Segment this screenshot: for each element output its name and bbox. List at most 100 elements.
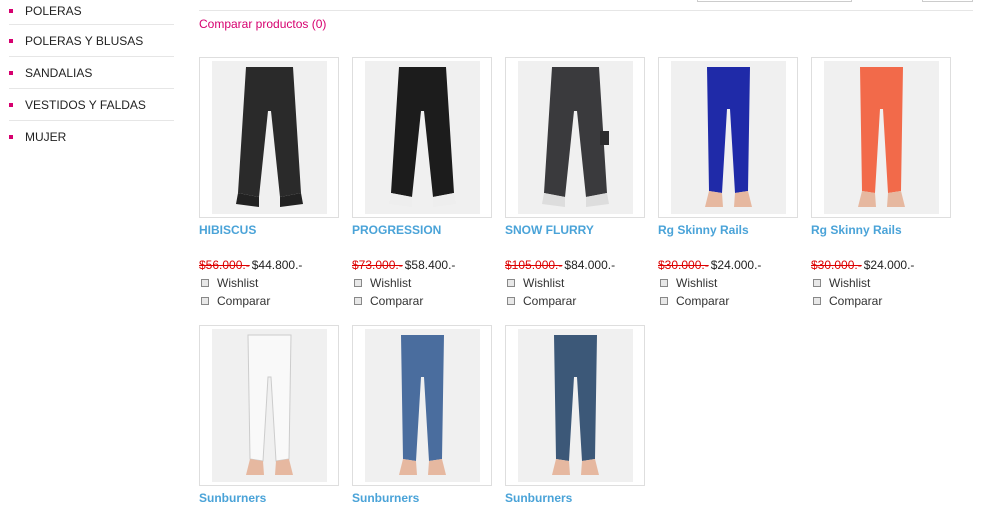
old-price: $30.000.- xyxy=(811,258,862,272)
compare-icon xyxy=(507,297,515,305)
top-input-field[interactable] xyxy=(697,0,852,2)
product-image[interactable] xyxy=(658,57,798,218)
compare-button[interactable]: Comparar xyxy=(352,294,492,308)
category-label: POLERAS xyxy=(25,4,82,18)
compare-label: Comparar xyxy=(217,294,271,308)
product-name-link[interactable]: Rg Skinny Rails xyxy=(811,223,951,237)
wishlist-button[interactable]: Wishlist xyxy=(352,276,492,290)
product-name-link[interactable]: SNOW FLURRY xyxy=(505,223,645,237)
product-card: HIBISCUS $56.000.- $44.800.- Wishlist Com… xyxy=(199,57,339,308)
product-card: Rg Skinny Rails $30.000.- $24.000.- Wishl… xyxy=(811,57,951,308)
old-price: $56.000.- xyxy=(199,258,250,272)
sale-price: $58.400.- xyxy=(404,258,456,272)
skinny-jeans-icon xyxy=(704,67,752,207)
old-price: $30.000.- xyxy=(658,258,709,272)
product-name-link[interactable]: HIBISCUS xyxy=(199,223,339,237)
compare-label: Comparar xyxy=(370,294,424,308)
product-card: Sunburners xyxy=(352,325,492,505)
category-sandalias[interactable]: SANDALIAS xyxy=(9,57,174,89)
pants-icon xyxy=(235,67,303,207)
skinny-jeans-icon xyxy=(551,335,599,475)
price-row: $30.000.- $24.000.- xyxy=(811,258,951,272)
compare-icon xyxy=(201,297,209,305)
product-image[interactable] xyxy=(199,325,339,486)
price-row: $73.000.- $58.400.- xyxy=(352,258,492,272)
bullet-icon xyxy=(9,134,13,139)
top-select-field[interactable] xyxy=(922,0,973,2)
compare-button[interactable]: Comparar xyxy=(658,294,798,308)
sale-price: $24.000.- xyxy=(863,258,915,272)
price-row: $30.000.- $24.000.- xyxy=(658,258,798,272)
compare-icon xyxy=(354,297,362,305)
product-card: Rg Skinny Rails $30.000.- $24.000.- Wishl… xyxy=(658,57,798,308)
old-price: $105.000.- xyxy=(505,258,563,272)
wishlist-icon xyxy=(507,279,515,287)
category-label: MUJER xyxy=(25,129,67,144)
sale-price: $84.000.- xyxy=(564,258,616,272)
wishlist-icon xyxy=(813,279,821,287)
product-name-link[interactable]: Sunburners xyxy=(352,491,492,505)
product-image[interactable] xyxy=(352,57,492,218)
category-label: POLERAS Y BLUSAS xyxy=(25,33,144,48)
wishlist-label: Wishlist xyxy=(523,276,565,290)
old-price: $73.000.- xyxy=(352,258,403,272)
product-photo xyxy=(211,61,327,214)
compare-button[interactable]: Comparar xyxy=(199,294,339,308)
wishlist-button[interactable]: Wishlist xyxy=(199,276,339,290)
product-photo xyxy=(517,329,633,482)
category-poleras-y-blusas[interactable]: POLERAS Y BLUSAS xyxy=(9,25,174,57)
category-poleras[interactable]: POLERAS xyxy=(9,0,174,25)
sale-price: $44.800.- xyxy=(251,258,303,272)
wishlist-icon xyxy=(660,279,668,287)
pants-icon xyxy=(388,67,456,207)
product-name-link[interactable]: PROGRESSION xyxy=(352,223,492,237)
product-image[interactable] xyxy=(811,57,951,218)
product-image[interactable] xyxy=(352,325,492,486)
compare-icon xyxy=(813,297,821,305)
category-mujer[interactable]: MUJER xyxy=(9,121,174,152)
skinny-jeans-icon xyxy=(857,67,905,207)
wishlist-label: Wishlist xyxy=(829,276,871,290)
product-name-link[interactable]: Rg Skinny Rails xyxy=(658,223,798,237)
product-image[interactable] xyxy=(505,325,645,486)
price-row: $56.000.- $44.800.- xyxy=(199,258,339,272)
compare-button[interactable]: Comparar xyxy=(811,294,951,308)
wishlist-button[interactable]: Wishlist xyxy=(505,276,645,290)
wishlist-label: Wishlist xyxy=(217,276,259,290)
product-photo xyxy=(823,61,939,214)
product-image[interactable] xyxy=(505,57,645,218)
skinny-jeans-icon xyxy=(245,334,293,475)
product-name-link[interactable]: Sunburners xyxy=(505,491,645,505)
compare-products-link[interactable]: Comparar productos (0) xyxy=(199,17,326,31)
sale-price: $24.000.- xyxy=(710,258,762,272)
category-sidebar: POLERAS POLERAS Y BLUSAS SANDALIAS VESTI… xyxy=(0,0,174,152)
skinny-jeans-icon xyxy=(398,335,446,475)
product-photo xyxy=(364,61,480,214)
product-image[interactable] xyxy=(199,57,339,218)
product-photo xyxy=(211,329,327,482)
wishlist-button[interactable]: Wishlist xyxy=(658,276,798,290)
divider xyxy=(199,10,973,11)
product-name-link[interactable]: Sunburners xyxy=(199,491,339,505)
compare-icon xyxy=(660,297,668,305)
wishlist-button[interactable]: Wishlist xyxy=(811,276,951,290)
product-photo xyxy=(517,61,633,214)
compare-label: Comparar xyxy=(829,294,883,308)
compare-label: Comparar xyxy=(676,294,730,308)
bullet-icon xyxy=(9,9,13,13)
wishlist-icon xyxy=(354,279,362,287)
category-vestidos-y-faldas[interactable]: VESTIDOS Y FALDAS xyxy=(9,89,174,121)
bullet-icon xyxy=(9,70,13,75)
wishlist-icon xyxy=(201,279,209,287)
product-card: Sunburners xyxy=(505,325,645,505)
category-label: SANDALIAS xyxy=(25,65,93,80)
pants-icon xyxy=(541,67,609,207)
product-card: PROGRESSION $73.000.- $58.400.- Wishlist … xyxy=(352,57,492,308)
compare-label: Comparar xyxy=(523,294,577,308)
compare-button[interactable]: Comparar xyxy=(505,294,645,308)
product-card: SNOW FLURRY $105.000.- $84.000.- Wishlist… xyxy=(505,57,645,308)
bullet-icon xyxy=(9,38,13,43)
product-photo xyxy=(670,61,786,214)
price-row: $105.000.- $84.000.- xyxy=(505,258,645,272)
wishlist-label: Wishlist xyxy=(676,276,718,290)
